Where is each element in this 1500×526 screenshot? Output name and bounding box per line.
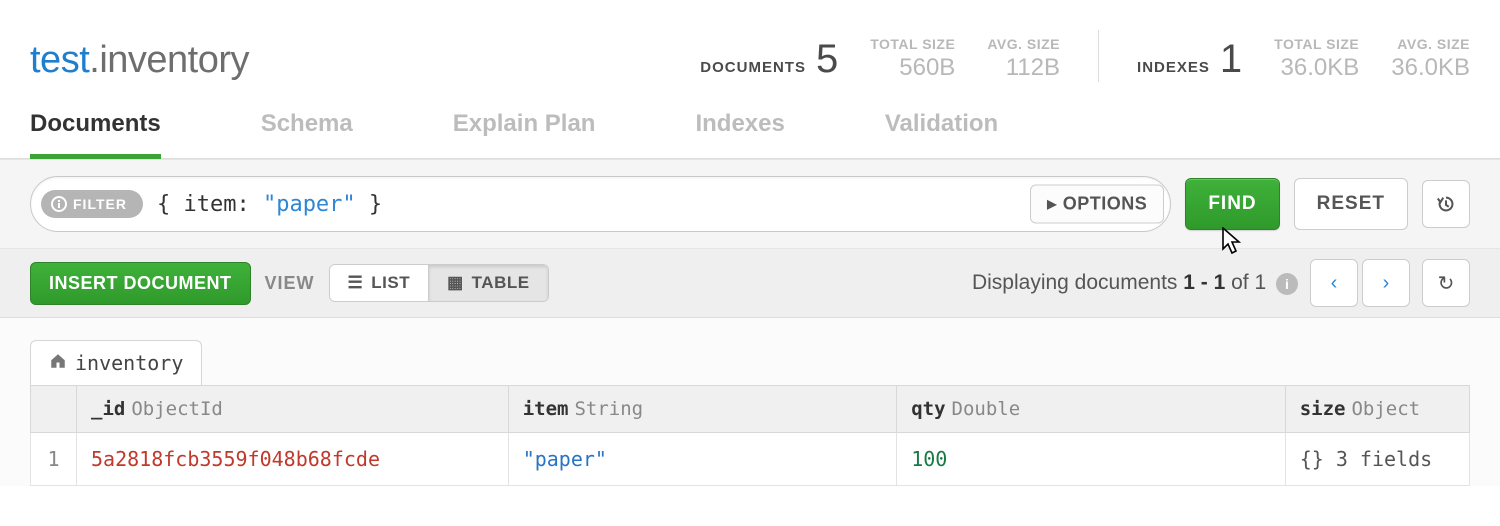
indexes-count: 1 (1220, 37, 1242, 82)
chevron-left-icon: ‹ (1331, 272, 1338, 295)
collection-name: inventory (99, 39, 249, 81)
stats: documents 5 TOTAL SIZE 560B AVG. SIZE 11… (700, 30, 1470, 82)
table-area: inventory _id ObjectId itemString qty Doub… (0, 318, 1500, 486)
pagination-of: of (1225, 271, 1254, 294)
header: test.inventory documents 5 TOTAL SIZE 56… (0, 0, 1500, 100)
col-size-field: size (1300, 398, 1346, 420)
col-id-field: _id (91, 398, 125, 420)
filter-query[interactable]: { item: "paper" } (143, 192, 382, 217)
filter-input[interactable]: FILTER { item: "paper" } ▸ OPTIONS (30, 176, 1171, 232)
list-icon: ☰ (348, 273, 364, 293)
col-qty-field: qty (911, 398, 945, 420)
idx-avg-size: 36.0KB (1391, 54, 1470, 82)
reset-button[interactable]: RESET (1294, 178, 1408, 230)
filter-pill: FILTER (41, 190, 143, 218)
view-table-button[interactable]: ▦ TABLE (429, 265, 547, 301)
col-id-type: ObjectId (131, 398, 223, 420)
col-size[interactable]: sizeObject (1285, 386, 1469, 433)
results-table: _id ObjectId itemString qty Double sizeObj… (30, 385, 1470, 486)
options-label: OPTIONS (1063, 194, 1148, 215)
pagination-range: 1 - 1 (1183, 271, 1225, 294)
col-item-type: String (574, 398, 643, 420)
cell-qty[interactable]: 100 (897, 433, 1286, 486)
doc-avg-size-label: AVG. SIZE (987, 36, 1060, 52)
view-list-button[interactable]: ☰ LIST (330, 265, 430, 301)
table-row[interactable]: 1 5a2818fcb3559f048b68fcde "paper" 100 {… (31, 433, 1470, 486)
table-icon: ▦ (447, 273, 464, 293)
view-toggle: ☰ LIST ▦ TABLE (329, 264, 549, 302)
idx-total-size-label: TOTAL SIZE (1274, 36, 1359, 52)
tab-explain-plan[interactable]: Explain Plan (453, 100, 596, 158)
dot: . (89, 39, 99, 81)
rownum-header (31, 386, 77, 433)
next-page-button[interactable]: › (1362, 259, 1410, 307)
history-icon (1435, 193, 1457, 215)
idx-total-size: 36.0KB (1281, 54, 1360, 82)
col-id[interactable]: _id ObjectId (77, 386, 509, 433)
pagination-total: 1 (1254, 271, 1266, 294)
doc-total-size-label: TOTAL SIZE (870, 36, 955, 52)
tab-schema[interactable]: Schema (261, 100, 353, 158)
chevron-right-icon: › (1383, 272, 1390, 295)
cell-size[interactable]: {} 3 fields (1285, 433, 1469, 486)
pagination-text: Displaying documents 1 - 1 of 1 i (972, 271, 1298, 295)
indexes-label: indexes (1137, 59, 1210, 82)
filter-pill-label: FILTER (73, 196, 127, 212)
toolbar: INSERT DOCUMENT VIEW ☰ LIST ▦ TABLE Disp… (0, 249, 1500, 318)
doc-total-size: 560B (899, 54, 955, 82)
idx-avg-size-label: AVG. SIZE (1397, 36, 1470, 52)
row-number: 1 (31, 433, 77, 486)
refresh-icon: ↻ (1438, 271, 1455, 296)
tabs: Documents Schema Explain Plan Indexes Va… (0, 100, 1500, 159)
view-label: VIEW (265, 273, 315, 294)
list-label: LIST (371, 273, 410, 293)
pagination-pre: Displaying documents (972, 271, 1183, 294)
info-icon (51, 196, 67, 212)
caret-right-icon: ▸ (1047, 194, 1057, 215)
reset-label: RESET (1317, 193, 1385, 215)
find-button[interactable]: FIND (1185, 178, 1279, 230)
tab-documents[interactable]: Documents (30, 100, 161, 159)
db-name: test (30, 39, 89, 81)
home-icon (49, 351, 67, 375)
find-label: FIND (1208, 193, 1256, 215)
insert-document-button[interactable]: INSERT DOCUMENT (30, 262, 251, 305)
options-button[interactable]: ▸ OPTIONS (1030, 185, 1164, 224)
tab-validation[interactable]: Validation (885, 100, 998, 158)
col-item[interactable]: itemString (508, 386, 897, 433)
doc-avg-size: 112B (1006, 54, 1060, 82)
cell-item[interactable]: "paper" (508, 433, 897, 486)
insert-label: INSERT DOCUMENT (49, 273, 232, 293)
refresh-button[interactable]: ↻ (1422, 259, 1470, 307)
col-item-field: item (523, 398, 569, 420)
documents-label: documents (700, 59, 806, 82)
col-size-type: Object (1351, 398, 1420, 420)
documents-count: 5 (816, 37, 838, 82)
cell-id[interactable]: 5a2818fcb3559f048b68fcde (77, 433, 509, 486)
prev-page-button[interactable]: ‹ (1310, 259, 1358, 307)
collection-title: test.inventory (30, 39, 249, 82)
filter-bar: FILTER { item: "paper" } ▸ OPTIONS FIND … (0, 159, 1500, 249)
breadcrumb[interactable]: inventory (30, 340, 202, 385)
breadcrumb-collection: inventory (75, 351, 183, 375)
info-icon[interactable]: i (1276, 273, 1298, 295)
col-qty[interactable]: qty Double (897, 386, 1286, 433)
tab-indexes[interactable]: Indexes (695, 100, 784, 158)
history-button[interactable] (1422, 180, 1470, 228)
col-qty-type: Double (952, 398, 1021, 420)
table-label: TABLE (472, 273, 530, 293)
